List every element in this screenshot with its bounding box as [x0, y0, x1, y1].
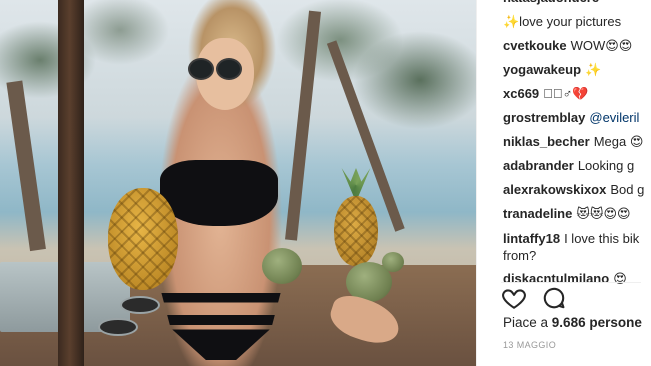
- comment-username[interactable]: cvetkouke: [503, 38, 567, 53]
- sunglasses: [188, 58, 244, 80]
- coconut: [262, 248, 302, 284]
- pineapple: [334, 196, 378, 266]
- comment-username[interactable]: niklas_becher: [503, 134, 590, 149]
- post-date: 13 MAGGIO: [503, 340, 557, 350]
- pineapple-drink: [108, 188, 178, 290]
- post-actions: [501, 282, 641, 311]
- comment-text: Mega 😍: [593, 134, 644, 149]
- counter-hole: [98, 318, 138, 336]
- comment-text: WOW😍😍: [570, 38, 633, 53]
- comment-mention[interactable]: @evileril: [589, 110, 639, 125]
- comment-item: tranadeline 😻😻😍😍: [503, 202, 651, 226]
- comment-username[interactable]: lintaffy18: [503, 231, 560, 246]
- post-photo[interactable]: [0, 0, 476, 366]
- comment-text: Looking g: [577, 158, 635, 173]
- comment-item: xc669 ◻🏽♂💔: [503, 82, 651, 106]
- comment-item: lintaffy18 I love this bik from?: [503, 226, 651, 267]
- comment-item: adabrander Looking g: [503, 154, 651, 178]
- comment-username[interactable]: adabrander: [503, 158, 574, 173]
- comment-item: alexrakowskixox Bod g: [503, 178, 651, 202]
- comment-username[interactable]: yogawakeup: [503, 62, 581, 77]
- comment-username[interactable]: xc669: [503, 86, 539, 101]
- likes-count[interactable]: Piace a 9.686 persone: [503, 315, 642, 330]
- comment-item: ✨love your pictures: [503, 10, 651, 34]
- wooden-pole: [58, 0, 84, 366]
- coconut: [382, 252, 404, 272]
- comment-text: Bod g: [610, 182, 645, 197]
- comment-item: niklas_becher Mega 😍: [503, 130, 651, 154]
- comment-item: cvetkouke WOW😍😍: [503, 34, 651, 58]
- likes-number: 9.686: [551, 315, 586, 330]
- comment-username[interactable]: alexrakowskixox: [503, 182, 606, 197]
- comment-username[interactable]: natasjadondere: [503, 0, 599, 5]
- comment-text: ✨: [585, 62, 602, 77]
- comment-username[interactable]: grostremblay: [503, 110, 585, 125]
- heart-icon[interactable]: [501, 285, 527, 311]
- comment-text: ✨love your pictures: [503, 14, 622, 29]
- likes-suffix: persone: [589, 315, 642, 330]
- comment-item: grostremblay @evileril: [503, 106, 651, 130]
- comments-panel: natasjadondere ✨love your pictures cvetk…: [476, 0, 651, 366]
- comment-item: natasjadondere: [503, 0, 651, 10]
- comment-item: yogawakeup ✨: [503, 58, 651, 82]
- comment-text: ◻🏽♂💔: [543, 86, 589, 101]
- comment-username[interactable]: tranadeline: [503, 206, 572, 221]
- bikini-top: [160, 160, 278, 226]
- comment-text: 😻😻😍😍: [576, 206, 631, 221]
- comment-bubble-icon[interactable]: [541, 285, 567, 311]
- comment-list[interactable]: natasjadondere ✨love your pictures cvetk…: [503, 0, 651, 291]
